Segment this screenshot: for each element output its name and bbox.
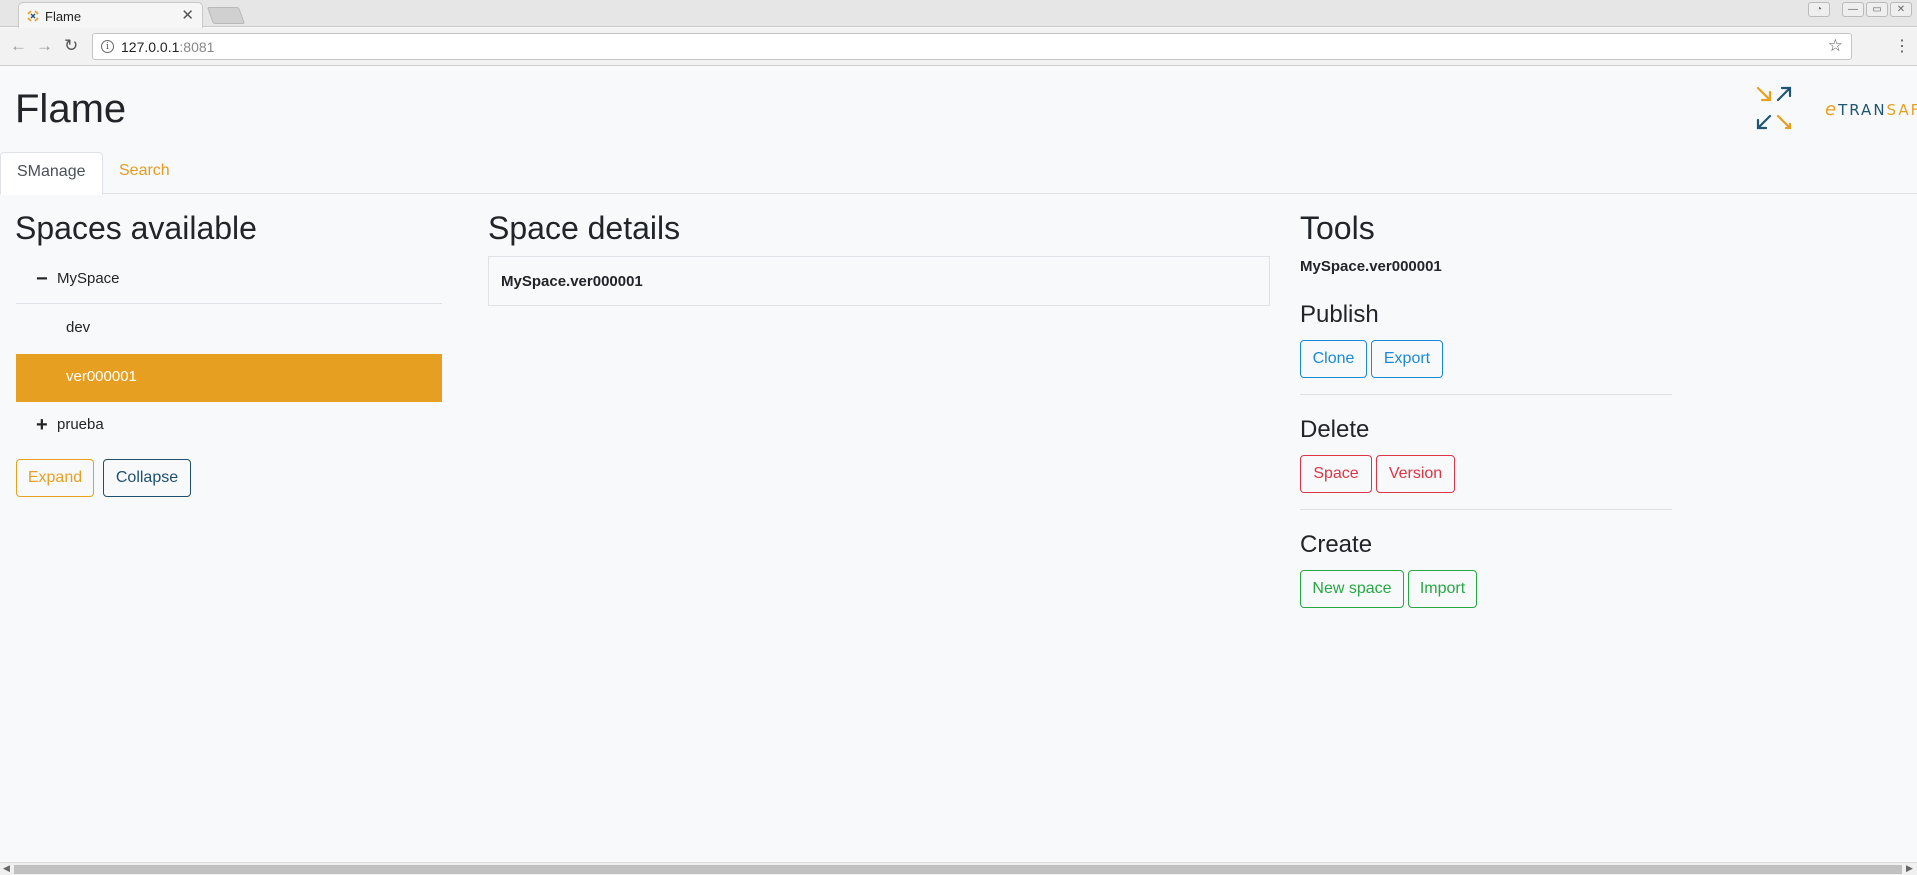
new-tab-button[interactable] — [206, 7, 246, 24]
forward-icon[interactable]: → — [36, 36, 53, 56]
profile-icon[interactable]: ◔ — [1808, 2, 1830, 17]
delete-heading: Delete — [1300, 416, 1370, 443]
tab-title: Flame — [45, 9, 82, 24]
new-space-button[interactable]: New space — [1300, 570, 1404, 608]
site-info-icon[interactable]: i — [101, 40, 114, 53]
expand-button[interactable]: Expand — [16, 459, 94, 497]
tree-node-label: ver000001 — [66, 368, 137, 385]
collapse-node-icon[interactable]: − — [36, 268, 48, 291]
delete-space-button[interactable]: Space — [1300, 455, 1372, 493]
tab-smanage[interactable]: SManage — [0, 152, 103, 195]
browser-menu-icon[interactable]: ⋮ — [1894, 36, 1910, 56]
browser-tab[interactable]: Flame ✕ — [18, 2, 203, 28]
etransafe-logo-text: eTRANSAFE — [1825, 99, 1917, 120]
export-button[interactable]: Export — [1371, 340, 1443, 378]
space-detail-card: MySpace.ver000001 — [488, 256, 1270, 306]
back-icon[interactable]: ← — [10, 36, 27, 56]
url-text: 127.0.0.1:8081 — [121, 39, 215, 55]
create-heading: Create — [1300, 531, 1373, 558]
scroll-left-icon[interactable]: ◀ — [3, 863, 10, 874]
url-input[interactable]: i 127.0.0.1:8081 ☆ — [92, 33, 1852, 60]
address-bar: ← → ↻ i 127.0.0.1:8081 ☆ ⋮ — [0, 28, 1917, 66]
minimize-icon[interactable]: — — [1842, 2, 1864, 17]
tree-node-label: prueba — [57, 416, 104, 433]
reload-icon[interactable]: ↻ — [64, 36, 78, 56]
tree-node-dev[interactable]: dev — [16, 305, 442, 353]
collapse-button[interactable]: Collapse — [103, 459, 191, 497]
tree-node-label: MySpace — [57, 270, 120, 287]
scrollbar-thumb[interactable] — [14, 865, 1902, 874]
tree-node-prueba[interactable]: + prueba — [16, 402, 442, 450]
flame-favicon-icon — [27, 10, 39, 22]
browser-tabstrip: Flame ✕ ◔ — ▭ ✕ — [0, 0, 1917, 28]
app-title: Flame — [15, 87, 127, 131]
main-tabs: SManage Search — [0, 152, 1917, 195]
details-heading: Space details — [488, 210, 681, 246]
divider — [1300, 509, 1672, 510]
import-button[interactable]: Import — [1408, 570, 1477, 608]
bookmark-star-icon[interactable]: ☆ — [1828, 36, 1843, 56]
tab-close-icon[interactable]: ✕ — [181, 6, 194, 24]
tools-selected-name: MySpace.ver000001 — [1300, 258, 1442, 275]
tree-node-label: dev — [66, 319, 91, 336]
publish-heading: Publish — [1300, 301, 1379, 328]
close-window-icon[interactable]: ✕ — [1890, 2, 1912, 17]
clone-button[interactable]: Clone — [1300, 340, 1367, 378]
divider — [1300, 394, 1672, 395]
delete-version-button[interactable]: Version — [1376, 455, 1455, 493]
restore-icon[interactable]: ▭ — [1866, 2, 1888, 17]
tab-search[interactable]: Search — [103, 152, 186, 194]
tree-node-ver000001[interactable]: ver000001 — [16, 354, 442, 402]
space-detail-name: MySpace.ver000001 — [501, 273, 643, 290]
spaces-heading: Spaces available — [15, 210, 257, 246]
tools-heading: Tools — [1300, 210, 1375, 246]
tree-node-myspace[interactable]: − MySpace — [16, 256, 442, 304]
horizontal-scrollbar[interactable]: ◀ ▶ — [0, 862, 1917, 875]
scroll-right-icon[interactable]: ▶ — [1906, 863, 1913, 874]
expand-node-icon[interactable]: + — [36, 414, 48, 437]
